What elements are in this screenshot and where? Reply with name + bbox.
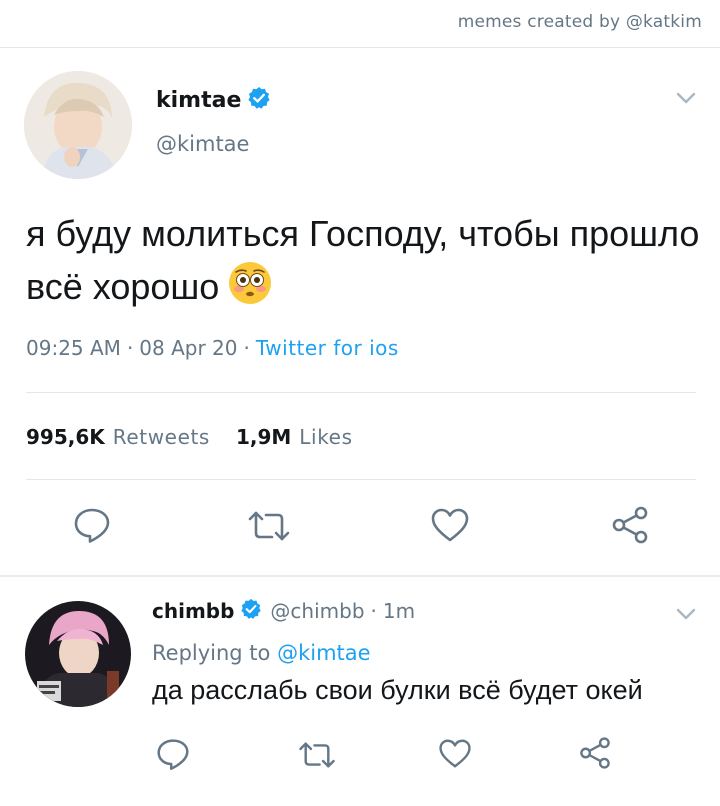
verified-badge-icon [247, 86, 271, 114]
reply-icon[interactable] [73, 506, 111, 548]
separator: · [243, 336, 250, 360]
reply-time: 1m [382, 599, 416, 623]
like-heart-icon[interactable] [438, 738, 472, 773]
retweet-icon[interactable] [297, 740, 337, 774]
likes-count[interactable]: 1,9M [236, 425, 291, 449]
separator: · [370, 599, 377, 623]
reply-icon[interactable] [156, 737, 190, 775]
tweet-source-link[interactable]: Twitter for ios [256, 336, 399, 360]
author-name[interactable]: kimtae [156, 88, 241, 113]
flushed-face-icon [227, 260, 273, 320]
separator: · [126, 336, 134, 360]
tweet-date: 08 Apr 20 [139, 336, 238, 360]
divider [0, 47, 720, 48]
reply-text: да расслабь свои булки всё будет окей [152, 675, 643, 705]
retweet-icon[interactable] [246, 509, 292, 547]
credit-text: memes created by @katkim [457, 12, 702, 32]
retweets-label[interactable]: Retweets [113, 425, 210, 449]
reply-header: chimbb @chimbb · 1m [152, 598, 415, 624]
replying-to: Replying to @kimtae [152, 641, 371, 665]
chevron-down-icon[interactable] [676, 606, 696, 625]
reply-author-name[interactable]: chimbb [152, 599, 234, 623]
replying-label: Replying to [152, 641, 271, 665]
share-icon[interactable] [610, 505, 650, 549]
tweet-time: 09:25 AM [26, 336, 121, 360]
divider [26, 479, 696, 480]
tweet-text: я буду молиться Господу, чтобы прошло вс… [26, 208, 706, 320]
tweet-meta: 09:25 AM · 08 Apr 20 · Twitter for ios [26, 336, 399, 360]
chevron-down-icon[interactable] [676, 90, 696, 109]
tweet-stats: 995,6K Retweets 1,9M Likes [26, 425, 353, 449]
divider [26, 392, 696, 393]
likes-label[interactable]: Likes [299, 425, 352, 449]
section-divider [0, 575, 720, 577]
avatar-chimbb[interactable] [25, 601, 131, 707]
avatar-kimtae[interactable] [24, 71, 132, 179]
replying-to-handle[interactable]: @kimtae [277, 641, 370, 665]
retweets-count[interactable]: 995,6K [26, 425, 105, 449]
reply-author-handle[interactable]: @chimbb [270, 599, 364, 623]
verified-badge-icon [240, 598, 262, 624]
author-handle[interactable]: @kimtae [156, 132, 249, 156]
share-icon[interactable] [578, 736, 612, 774]
like-heart-icon[interactable] [430, 507, 470, 547]
